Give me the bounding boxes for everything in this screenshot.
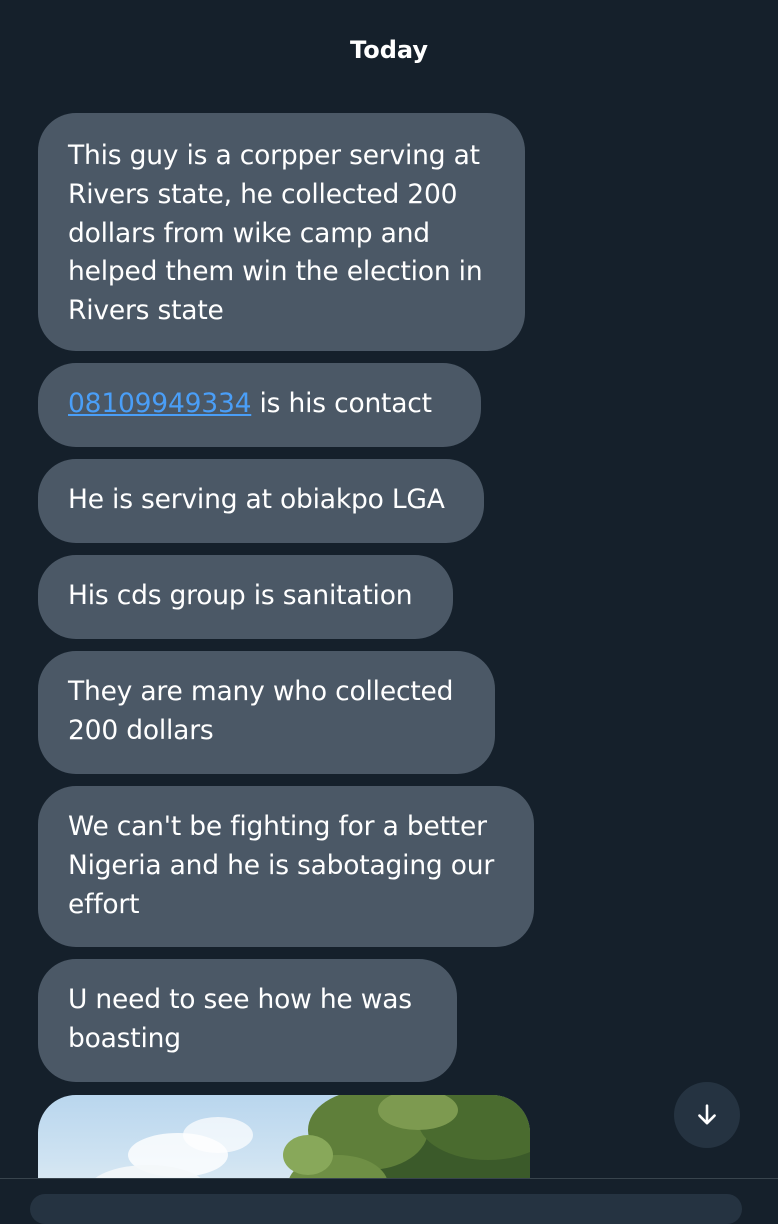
message-bubble[interactable]: His cds group is sanitation — [38, 555, 453, 639]
message-bubble[interactable]: 08109949334 is his contact — [38, 363, 481, 447]
message-list: This guy is a corpper serving at Rivers … — [38, 113, 598, 1094]
message-bubble[interactable]: This guy is a corpper serving at Rivers … — [38, 113, 525, 351]
arrow-down-icon — [698, 1104, 716, 1125]
message-bubble[interactable]: They are many who collected 200 dollars — [38, 651, 495, 774]
message-bubble[interactable]: We can't be fighting for a better Nigeri… — [38, 786, 534, 947]
message-bubble[interactable]: U need to see how he was boasting — [38, 959, 457, 1082]
message-text: is his contact — [251, 388, 432, 419]
scroll-down-button[interactable] — [674, 1082, 740, 1148]
phone-link[interactable]: 08109949334 — [68, 388, 251, 419]
message-composer[interactable] — [30, 1194, 742, 1224]
message-bubble[interactable]: He is serving at obiakpo LGA — [38, 459, 484, 543]
day-separator: Today — [350, 36, 428, 64]
